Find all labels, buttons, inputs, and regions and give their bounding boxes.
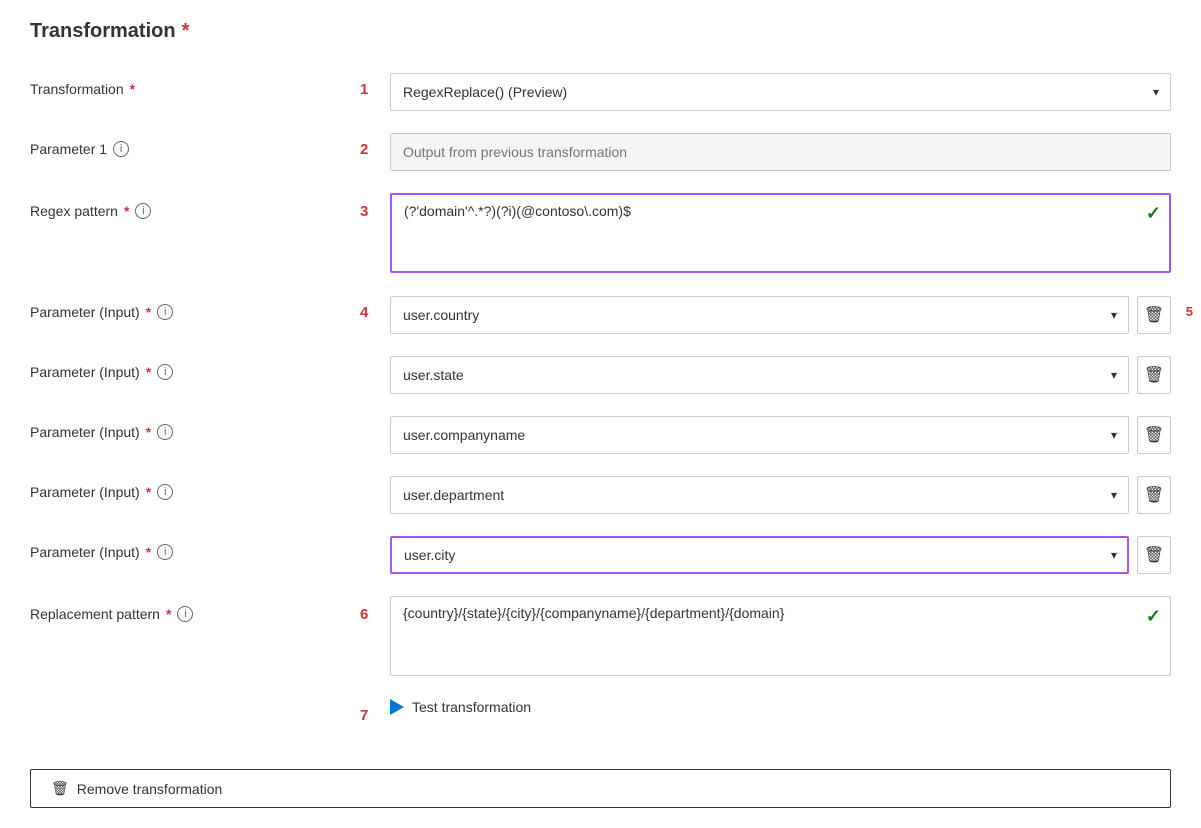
param-input-5-row: Parameter (Input) * i user.city ▾ 🗑 xyxy=(30,526,1171,586)
transformation-select-wrapper: RegexReplace() (Preview) ▾ xyxy=(390,73,1171,111)
transformation-form: Transformation * Transformation * 1 Rege… xyxy=(30,20,1171,808)
param5-required: * xyxy=(146,544,151,560)
param-input-4-select-wrapper: user.department ▾ xyxy=(390,476,1129,514)
param-input-4-row: Parameter (Input) * i user.department ▾ … xyxy=(30,466,1171,526)
test-transformation-btn[interactable]: Test transformation xyxy=(390,699,531,715)
param1-info-icon[interactable]: i xyxy=(157,304,173,320)
replacement-input-col: {country}/{state}/{city}/{companyname}/{… xyxy=(390,596,1171,679)
trash-icon-1: 🗑 xyxy=(1144,305,1164,325)
param-input-3-row: Parameter (Input) * i user.companyname ▾… xyxy=(30,406,1171,466)
transformation-label: Transformation * xyxy=(30,73,360,97)
param-input-4-col: user.department ▾ 🗑 xyxy=(390,476,1171,514)
param4-required: * xyxy=(146,484,151,500)
play-icon xyxy=(390,699,404,715)
transformation-row: Transformation * 1 RegexReplace() (Previ… xyxy=(30,63,1171,123)
param-input-2-select[interactable]: user.state xyxy=(390,356,1129,394)
regex-check-icon: ✓ xyxy=(1146,203,1161,224)
param-input-1-col: user.country ▾ 🗑 5 xyxy=(390,296,1171,334)
step-7: 7 xyxy=(360,699,390,724)
replacement-info-icon[interactable]: i xyxy=(177,606,193,622)
transformation-select[interactable]: RegexReplace() (Preview) xyxy=(390,73,1171,111)
trash-icon-2: 🗑 xyxy=(1144,365,1164,385)
param3-info-icon[interactable]: i xyxy=(157,424,173,440)
param-input-1-label-col: Parameter (Input) * i xyxy=(30,296,360,320)
step-1: 1 xyxy=(360,73,390,98)
parameter1-input[interactable] xyxy=(390,133,1171,171)
step-3: 3 xyxy=(360,193,390,220)
trash-icon-3: 🗑 xyxy=(1144,425,1164,445)
param1-required: * xyxy=(146,304,151,320)
param-input-4-delete-btn[interactable]: 🗑 xyxy=(1137,476,1171,514)
replacement-check-icon: ✓ xyxy=(1146,606,1161,627)
param-input-2-label-col: Parameter (Input) * i xyxy=(30,356,360,380)
step-6: 6 xyxy=(360,596,390,623)
param-input-1-delete-btn[interactable]: 🗑 xyxy=(1137,296,1171,334)
page-title-row: Transformation * xyxy=(30,20,1171,43)
parameter1-input-col xyxy=(390,133,1171,171)
regex-pattern-row: Regex pattern * i 3 (?'domain'^.*?)(?i)(… xyxy=(30,183,1171,286)
step-5-badge: 5 xyxy=(1186,304,1193,319)
param-input-5-label-col: Parameter (Input) * i xyxy=(30,536,360,560)
replacement-label-col: Replacement pattern * i xyxy=(30,596,360,622)
parameter1-row: Parameter 1 i 2 xyxy=(30,123,1171,183)
remove-transformation-btn[interactable]: 🗑 Remove transformation xyxy=(30,769,1171,808)
regex-textarea-wrapper: (?'domain'^.*?)(?i)(@contoso\.com)$ ✓ xyxy=(390,193,1171,276)
param5-info-icon[interactable]: i xyxy=(157,544,173,560)
param3-required: * xyxy=(146,424,151,440)
param-input-5-select[interactable]: user.city xyxy=(390,536,1129,574)
param-input-1-select[interactable]: user.country xyxy=(390,296,1129,334)
param-input-2-select-wrapper: user.state ▾ xyxy=(390,356,1129,394)
parameter1-label-col: Parameter 1 i xyxy=(30,133,360,157)
replacement-required: * xyxy=(166,606,171,622)
param-input-2-col: user.state ▾ 🗑 xyxy=(390,356,1171,394)
param-input-3-select[interactable]: user.companyname xyxy=(390,416,1129,454)
param-input-2-delete-btn[interactable]: 🗑 xyxy=(1137,356,1171,394)
param-input-1-select-wrapper: user.country ▾ xyxy=(390,296,1129,334)
param-input-4-select[interactable]: user.department xyxy=(390,476,1129,514)
remove-trash-icon: 🗑 xyxy=(51,780,69,797)
param-input-5-select-wrapper: user.city ▾ xyxy=(390,536,1129,574)
param2-required: * xyxy=(146,364,151,380)
replacement-textarea-wrapper: {country}/{state}/{city}/{companyname}/{… xyxy=(390,596,1171,679)
param-input-4-label-col: Parameter (Input) * i xyxy=(30,476,360,500)
page-title: Transformation xyxy=(30,20,176,43)
regex-required: * xyxy=(124,203,129,219)
title-required-star: * xyxy=(182,20,190,43)
param-input-5-col: user.city ▾ 🗑 xyxy=(390,536,1171,574)
transformation-input-col: RegexReplace() (Preview) ▾ xyxy=(390,73,1171,111)
param-input-3-select-wrapper: user.companyname ▾ xyxy=(390,416,1129,454)
param-input-5-delete-btn[interactable]: 🗑 xyxy=(1137,536,1171,574)
step-2: 2 xyxy=(360,133,390,158)
param-input-1-row: Parameter (Input) * i 4 user.country ▾ 🗑… xyxy=(30,286,1171,346)
step-4: 4 xyxy=(360,296,390,321)
step-empty-1 xyxy=(360,356,390,364)
regex-pattern-input[interactable]: (?'domain'^.*?)(?i)(@contoso\.com)$ xyxy=(390,193,1171,273)
param2-info-icon[interactable]: i xyxy=(157,364,173,380)
test-transformation-row: 7 Test transformation xyxy=(30,689,1171,749)
regex-pattern-label-col: Regex pattern * i xyxy=(30,193,360,219)
step-empty-4 xyxy=(360,536,390,544)
replacement-pattern-input[interactable]: {country}/{state}/{city}/{companyname}/{… xyxy=(390,596,1171,676)
replacement-pattern-row: Replacement pattern * i 6 {country}/{sta… xyxy=(30,586,1171,689)
trash-icon-5: 🗑 xyxy=(1144,545,1164,565)
param-input-3-delete-btn[interactable]: 🗑 xyxy=(1137,416,1171,454)
regex-pattern-input-col: (?'domain'^.*?)(?i)(@contoso\.com)$ ✓ xyxy=(390,193,1171,276)
param-input-3-label-col: Parameter (Input) * i xyxy=(30,416,360,440)
step-empty-2 xyxy=(360,416,390,424)
test-label-col-empty xyxy=(30,699,360,707)
param4-info-icon[interactable]: i xyxy=(157,484,173,500)
parameter1-info-icon[interactable]: i xyxy=(113,141,129,157)
param-input-2-row: Parameter (Input) * i user.state ▾ 🗑 xyxy=(30,346,1171,406)
trash-icon-4: 🗑 xyxy=(1144,485,1164,505)
param-input-3-col: user.companyname ▾ 🗑 xyxy=(390,416,1171,454)
regex-info-icon[interactable]: i xyxy=(135,203,151,219)
step-empty-3 xyxy=(360,476,390,484)
test-input-col: Test transformation xyxy=(390,699,1171,715)
transformation-required: * xyxy=(130,81,135,97)
